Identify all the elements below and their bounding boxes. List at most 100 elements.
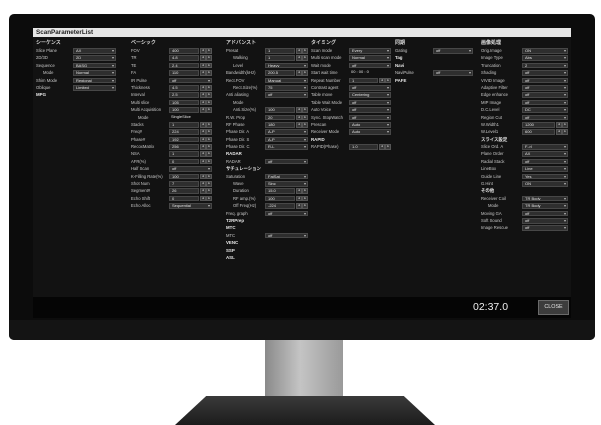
increment-arrow-icon[interactable]: ▸	[302, 195, 308, 202]
decrement-arrow-icon[interactable]: ◂	[200, 136, 206, 143]
increment-arrow-icon[interactable]: ▸	[206, 151, 212, 158]
param-dropdown[interactable]: off	[433, 70, 473, 76]
increment-arrow-icon[interactable]: ▸	[206, 188, 212, 195]
param-dropdown[interactable]: A-P	[265, 136, 308, 143]
increment-arrow-icon[interactable]: ▸	[206, 84, 212, 91]
param-input[interactable]: 1200	[522, 121, 555, 128]
decrement-arrow-icon[interactable]: ◂	[200, 158, 206, 165]
decrement-arrow-icon[interactable]: ◂	[296, 203, 302, 209]
increment-arrow-icon[interactable]: ▸	[385, 77, 391, 84]
param-dropdown[interactable]: off	[522, 225, 568, 231]
increment-arrow-icon[interactable]: ▸	[206, 121, 212, 128]
decrement-arrow-icon[interactable]: ◂	[296, 55, 302, 61]
param-dropdown[interactable]: off	[349, 107, 391, 113]
param-input[interactable]: 100	[265, 107, 295, 113]
param-input[interactable]: 2.4	[169, 62, 199, 69]
increment-arrow-icon[interactable]: ▸	[302, 70, 308, 76]
param-dropdown[interactable]: off	[265, 158, 308, 165]
param-dropdown[interactable]: ON	[522, 181, 568, 187]
param-dropdown[interactable]: Abs	[522, 55, 568, 61]
param-input[interactable]: 256	[169, 144, 199, 150]
increment-arrow-icon[interactable]: ▸	[302, 121, 308, 128]
decrement-arrow-icon[interactable]: ◂	[200, 151, 206, 158]
param-input[interactable]: 110	[169, 70, 199, 76]
param-dropdown[interactable]: TR Body	[522, 203, 568, 209]
param-dropdown[interactable]: Centering	[349, 92, 391, 98]
param-input[interactable]: 4.5	[169, 84, 199, 91]
decrement-arrow-icon[interactable]: ◂	[556, 129, 562, 135]
increment-arrow-icon[interactable]: ▸	[562, 129, 568, 135]
param-input[interactable]: 1	[169, 151, 199, 158]
param-dropdown[interactable]: Sinc	[265, 181, 308, 187]
param-input[interactable]: 4.8	[169, 55, 199, 61]
param-dropdown[interactable]: Sequential	[169, 203, 212, 209]
param-dropdown[interactable]: off	[522, 77, 568, 84]
param-dropdown[interactable]: off	[169, 77, 212, 84]
increment-arrow-icon[interactable]: ▸	[302, 203, 308, 209]
increment-arrow-icon[interactable]: ▸	[206, 129, 212, 135]
decrement-arrow-icon[interactable]: ◂	[296, 121, 302, 128]
param-input[interactable]: 192	[169, 136, 199, 143]
increment-arrow-icon[interactable]: ▸	[206, 70, 212, 76]
param-dropdown[interactable]: off	[522, 99, 568, 106]
decrement-arrow-icon[interactable]: ◂	[296, 114, 302, 121]
param-dropdown[interactable]: Line	[522, 166, 568, 172]
param-dropdown[interactable]: Auto	[349, 121, 391, 128]
param-input[interactable]: 0	[169, 195, 199, 202]
decrement-arrow-icon[interactable]: ◂	[296, 107, 302, 113]
param-dropdown[interactable]: BASG	[73, 62, 116, 69]
param-dropdown[interactable]: off	[265, 210, 308, 217]
param-input[interactable]: 1.0	[349, 144, 378, 150]
param-dropdown[interactable]: off	[349, 84, 391, 91]
param-input[interactable]: 600	[522, 129, 555, 135]
param-input[interactable]: 105	[169, 99, 199, 106]
param-dropdown[interactable]: TR Body	[522, 195, 568, 202]
decrement-arrow-icon[interactable]: ◂	[200, 70, 206, 76]
param-dropdown[interactable]: Auto	[349, 129, 391, 135]
param-input[interactable]: 400	[169, 48, 199, 54]
param-input[interactable]: 2.5	[169, 92, 199, 98]
param-dropdown[interactable]: off	[349, 99, 391, 106]
decrement-arrow-icon[interactable]: ◂	[200, 121, 206, 128]
param-dropdown[interactable]: 2	[522, 62, 568, 69]
param-input[interactable]: 224	[169, 129, 199, 135]
param-dropdown[interactable]: Normal	[73, 70, 116, 76]
decrement-arrow-icon[interactable]: ◂	[200, 92, 206, 98]
increment-arrow-icon[interactable]: ▸	[206, 144, 212, 150]
param-input[interactable]: 1	[265, 55, 295, 61]
param-dropdown[interactable]: off	[522, 210, 568, 217]
decrement-arrow-icon[interactable]: ◂	[296, 188, 302, 195]
param-dropdown[interactable]: Manual	[265, 77, 308, 84]
increment-arrow-icon[interactable]: ▸	[385, 144, 391, 150]
param-dropdown[interactable]: off	[522, 92, 568, 98]
decrement-arrow-icon[interactable]: ◂	[200, 48, 206, 54]
param-dropdown[interactable]: Yes	[522, 173, 568, 180]
decrement-arrow-icon[interactable]: ◂	[200, 181, 206, 187]
param-input[interactable]: 1	[169, 121, 199, 128]
decrement-arrow-icon[interactable]: ◂	[200, 107, 206, 113]
param-dropdown[interactable]: off	[522, 84, 568, 91]
decrement-arrow-icon[interactable]: ◂	[200, 173, 206, 180]
increment-arrow-icon[interactable]: ▸	[206, 136, 212, 143]
param-input[interactable]: 1	[265, 48, 295, 54]
increment-arrow-icon[interactable]: ▸	[206, 62, 212, 69]
param-dropdown[interactable]: Heavy	[265, 62, 308, 69]
increment-arrow-icon[interactable]: ▸	[206, 92, 212, 98]
param-input[interactable]: 20	[265, 114, 295, 121]
decrement-arrow-icon[interactable]: ◂	[200, 62, 206, 69]
param-dropdown[interactable]: A-P	[265, 129, 308, 135]
increment-arrow-icon[interactable]: ▸	[562, 121, 568, 128]
param-dropdown[interactable]: AX	[73, 48, 116, 54]
decrement-arrow-icon[interactable]: ◂	[556, 121, 562, 128]
param-input[interactable]: 180	[265, 121, 295, 128]
param-dropdown[interactable]: off	[522, 114, 568, 121]
decrement-arrow-icon[interactable]: ◂	[200, 84, 206, 91]
decrement-arrow-icon[interactable]: ◂	[200, 195, 206, 202]
param-dropdown[interactable]: off	[265, 232, 308, 239]
param-dropdown[interactable]: off	[522, 158, 568, 165]
increment-arrow-icon[interactable]: ▸	[302, 107, 308, 113]
increment-arrow-icon[interactable]: ▸	[302, 48, 308, 54]
param-dropdown[interactable]: 75	[265, 84, 308, 91]
param-dropdown[interactable]: F->I	[522, 144, 568, 150]
increment-arrow-icon[interactable]: ▸	[206, 181, 212, 187]
